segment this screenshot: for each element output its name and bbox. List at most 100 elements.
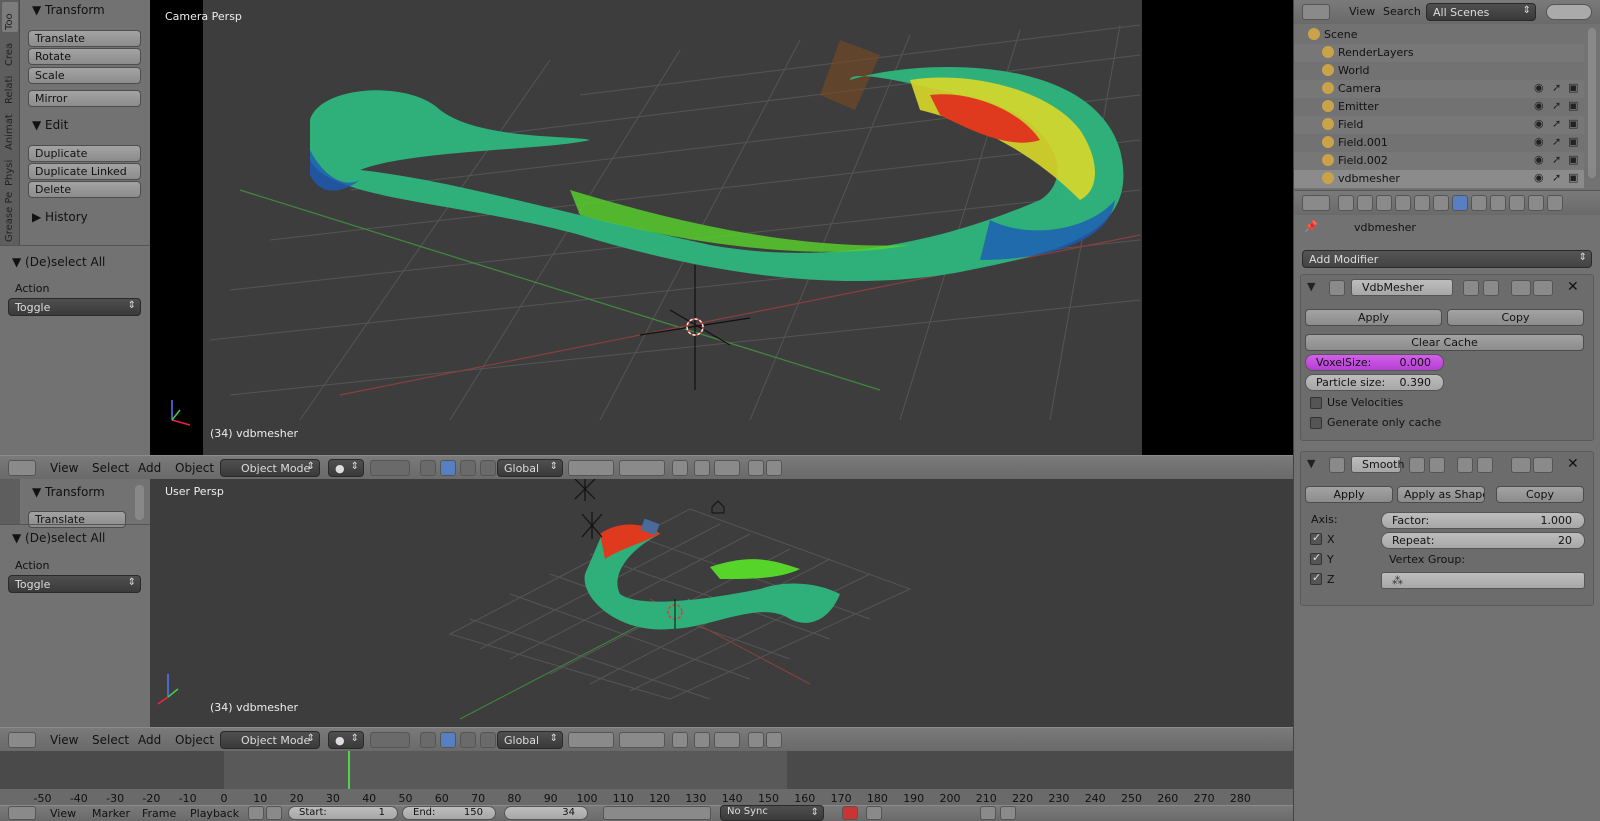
edit-panel-title[interactable]: ▼ Edit xyxy=(32,118,68,132)
shading-select[interactable]: ● xyxy=(328,459,364,477)
physics-tab-icon[interactable] xyxy=(1547,195,1563,211)
outliner-item[interactable]: Field.002 ◉ ➚ ▣ xyxy=(1294,152,1584,170)
deselect-title[interactable]: ▼ (De)select All xyxy=(12,255,105,269)
render-visibility-icon[interactable]: ▣ xyxy=(1568,135,1578,148)
manipulator-icon[interactable] xyxy=(420,732,436,748)
proportional-edit-icon[interactable] xyxy=(694,732,710,748)
timeline-area[interactable] xyxy=(0,751,1293,789)
copy-button[interactable]: Copy xyxy=(1496,486,1584,503)
visibility-icon[interactable]: ◉ xyxy=(1534,117,1544,130)
modifier-name-field[interactable]: VdbMesher xyxy=(1351,279,1453,296)
menu-object[interactable]: Object xyxy=(175,461,214,475)
apply-button[interactable]: Apply xyxy=(1305,486,1393,503)
apply-as-shape-button[interactable]: Apply as Shape ... xyxy=(1397,486,1485,503)
tab-grease-pencil[interactable]: Grease Pe xyxy=(2,190,18,244)
render-visibility-icon[interactable]: ▣ xyxy=(1568,99,1578,112)
deselect-title-bottom[interactable]: ▼ (De)select All xyxy=(12,531,105,545)
axis-y-checkbox[interactable] xyxy=(1310,551,1322,565)
scene-tab-icon[interactable] xyxy=(1376,195,1392,211)
data-tab-icon[interactable] xyxy=(1471,195,1487,211)
move-up-icon[interactable] xyxy=(1511,457,1531,473)
lock-camera-icon[interactable] xyxy=(672,732,688,748)
render-visibility-icon[interactable]: ▣ xyxy=(1568,81,1578,94)
scale-button[interactable]: Scale xyxy=(28,67,141,84)
scenes-select[interactable]: All Scenes xyxy=(1426,3,1536,21)
mirror-button[interactable]: Mirror xyxy=(28,90,141,107)
cage-toggle-icon[interactable] xyxy=(1477,457,1493,473)
transform-panel-title[interactable]: ▼ Transform xyxy=(32,3,105,17)
collapse-icon[interactable]: ▼ xyxy=(1307,457,1315,470)
close-icon[interactable]: ✕ xyxy=(1567,279,1579,295)
outliner-menu-search[interactable]: Search xyxy=(1383,5,1421,18)
outliner-item[interactable]: Scene xyxy=(1294,26,1584,44)
move-down-icon[interactable] xyxy=(1533,280,1553,296)
end-frame-field[interactable]: End: 150 xyxy=(402,806,496,820)
shading-select[interactable]: ● xyxy=(328,731,364,749)
outliner-item[interactable]: Field.001 ◉ ➚ ▣ xyxy=(1294,134,1584,152)
mode-select[interactable]: Object Mode xyxy=(220,459,320,477)
translate-button-bottom[interactable]: Translate xyxy=(28,511,126,528)
pivot-icon[interactable] xyxy=(370,460,410,476)
lock-camera-icon[interactable] xyxy=(672,460,688,476)
tab-relations[interactable]: Relati xyxy=(2,70,18,106)
menu-frame[interactable]: Frame xyxy=(142,807,176,820)
layers-icon[interactable] xyxy=(568,732,614,748)
scale-manip-icon[interactable] xyxy=(480,460,496,476)
pin-icon[interactable]: 📌 xyxy=(1304,220,1318,233)
current-frame-field[interactable]: 34 xyxy=(504,806,588,820)
clear-cache-button[interactable]: Clear Cache xyxy=(1305,334,1584,351)
factor-field[interactable]: Factor: 1.000 xyxy=(1381,512,1585,529)
constraints-tab-icon[interactable] xyxy=(1433,195,1449,211)
snap-icon[interactable] xyxy=(714,460,740,476)
modifiers-tab-icon[interactable] xyxy=(1452,195,1468,211)
menu-select[interactable]: Select xyxy=(92,461,129,475)
visibility-icon[interactable]: ◉ xyxy=(1534,135,1544,148)
outliner-item[interactable]: Emitter ◉ ➚ ▣ xyxy=(1294,98,1584,116)
pivot-icon[interactable] xyxy=(370,732,410,748)
editor-type-icon[interactable] xyxy=(8,732,36,748)
top-viewport[interactable]: Camera Persp (34) vdbmesher xyxy=(150,0,1293,455)
render-toggle-icon[interactable] xyxy=(1409,457,1425,473)
record-icon[interactable] xyxy=(842,806,858,820)
transform-panel-title-bottom[interactable]: ▼ Transform xyxy=(32,485,105,499)
outliner-scrollbar[interactable] xyxy=(1588,28,1596,178)
editor-type-icon[interactable] xyxy=(1302,195,1330,211)
select-icon[interactable]: ➚ xyxy=(1552,153,1561,166)
editmode-toggle-icon[interactable] xyxy=(1457,457,1473,473)
rotate-manip-icon[interactable] xyxy=(460,460,476,476)
translate-manip-icon[interactable] xyxy=(440,732,456,748)
menu-add[interactable]: Add xyxy=(138,461,161,475)
material-tab-icon[interactable] xyxy=(1490,195,1506,211)
outliner-item[interactable]: Camera ◉ ➚ ▣ xyxy=(1294,80,1584,98)
visibility-icon[interactable]: ◉ xyxy=(1534,153,1544,166)
repeat-field[interactable]: Repeat: 20 xyxy=(1381,532,1585,549)
menu-view[interactable]: View xyxy=(50,807,76,820)
rotate-button[interactable]: Rotate xyxy=(28,48,141,65)
translate-button[interactable]: Translate xyxy=(28,30,141,47)
move-down-icon[interactable] xyxy=(1533,457,1553,473)
texture-tab-icon[interactable] xyxy=(1509,195,1525,211)
menu-view[interactable]: View xyxy=(50,461,78,475)
outliner-item[interactable]: Field ◉ ➚ ▣ xyxy=(1294,116,1584,134)
keyframe-icon[interactable] xyxy=(866,806,882,820)
action-select-bottom[interactable]: Toggle xyxy=(8,575,141,593)
apply-button[interactable]: Apply xyxy=(1305,309,1442,326)
render-icon[interactable] xyxy=(748,460,764,476)
render-visibility-icon[interactable]: ▣ xyxy=(1568,153,1578,166)
visibility-icon[interactable]: ◉ xyxy=(1534,81,1544,94)
layers2-icon[interactable] xyxy=(619,732,665,748)
lock-icon[interactable] xyxy=(266,806,282,820)
delete-button[interactable]: Delete xyxy=(28,181,141,198)
axis-z-checkbox[interactable] xyxy=(1310,571,1322,585)
render-anim-icon[interactable] xyxy=(766,732,782,748)
collapse-icon[interactable]: ▼ xyxy=(1307,280,1315,293)
particle-size-field[interactable]: Particle size: 0.390 xyxy=(1305,374,1444,391)
menu-view[interactable]: View xyxy=(50,733,78,747)
select-icon[interactable]: ➚ xyxy=(1552,117,1561,130)
translate-manip-icon[interactable] xyxy=(440,460,456,476)
render-tab-icon[interactable] xyxy=(1338,195,1354,211)
outliner-item[interactable]: World xyxy=(1294,62,1584,80)
snap-icon[interactable] xyxy=(714,732,740,748)
orientation-select[interactable]: Global xyxy=(497,459,563,477)
render-icon[interactable] xyxy=(748,732,764,748)
